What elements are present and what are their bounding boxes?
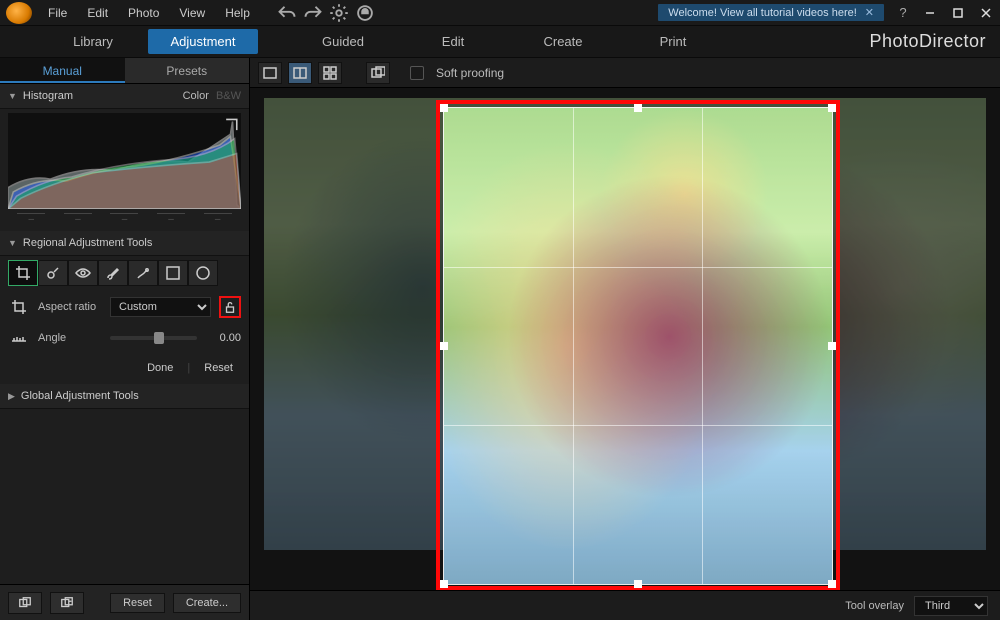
crop-handle-b[interactable] — [634, 580, 642, 588]
mode-guided[interactable]: Guided — [288, 29, 398, 54]
main-area: Soft proofing Tool overlay Third — [250, 58, 1000, 620]
welcome-banner[interactable]: Welcome! View all tutorial videos here! … — [658, 4, 884, 21]
tool-radial-mask-icon[interactable] — [188, 260, 218, 286]
aspect-ratio-label: Aspect ratio — [38, 301, 102, 313]
aspect-lock-highlight — [219, 296, 241, 318]
tool-overlay-label: Tool overlay — [845, 600, 904, 612]
crop-handle-r[interactable] — [828, 342, 836, 350]
tool-spot-icon[interactable] — [38, 260, 68, 286]
view-grid-icon[interactable] — [318, 62, 342, 84]
crop-handle-l[interactable] — [440, 342, 448, 350]
crop-handle-t[interactable] — [634, 104, 642, 112]
copy-settings-icon[interactable] — [8, 592, 42, 614]
paste-settings-icon[interactable] — [50, 592, 84, 614]
soft-proofing-checkbox[interactable] — [410, 66, 424, 80]
left-create-button[interactable]: Create... — [173, 593, 241, 613]
histogram-readout: ––––– — [8, 213, 241, 225]
angle-value: 0.00 — [205, 332, 241, 344]
crop-handle-br[interactable] — [828, 580, 836, 588]
menu-edit[interactable]: Edit — [77, 6, 118, 20]
subtab-presets[interactable]: Presets — [125, 58, 250, 83]
angle-row: Angle 0.00 — [0, 324, 249, 352]
view-toolstrip: Soft proofing — [250, 58, 1000, 88]
global-header[interactable]: ▶ Global Adjustment Tools — [0, 384, 249, 409]
straighten-icon — [8, 330, 30, 346]
welcome-text: Welcome! View all tutorial videos here! — [668, 7, 857, 19]
left-reset-button[interactable]: Reset — [110, 593, 165, 613]
chevron-right-icon: ▶ — [8, 391, 15, 402]
menu-file[interactable]: File — [38, 6, 77, 20]
window-maximize[interactable] — [944, 4, 972, 22]
status-bar: Tool overlay Third — [250, 590, 1000, 620]
mode-adjustment[interactable]: Adjustment — [148, 29, 258, 54]
tool-redeye-icon[interactable] — [68, 260, 98, 286]
soft-proofing-label: Soft proofing — [436, 66, 504, 80]
view-beforeafter-icon[interactable] — [288, 62, 312, 84]
crop-icon — [8, 299, 30, 315]
chevron-down-icon: ▼ — [8, 238, 17, 248]
photo-canvas — [264, 98, 986, 550]
histogram — [8, 113, 241, 209]
crop-box[interactable] — [444, 108, 832, 584]
mode-edit[interactable]: Edit — [398, 29, 508, 54]
tool-crop-icon[interactable] — [8, 260, 38, 286]
chevron-down-icon: ▼ — [8, 91, 17, 101]
mode-print[interactable]: Print — [618, 29, 728, 54]
left-panel: Manual Presets ▼ Histogram Color B&W –––… — [0, 58, 250, 620]
gear-icon[interactable] — [329, 3, 349, 23]
regional-tool-row — [0, 256, 249, 290]
help-icon[interactable]: ? — [893, 3, 913, 23]
view-single-icon[interactable] — [258, 62, 282, 84]
angle-slider[interactable] — [110, 336, 197, 340]
global-title: Global Adjustment Tools — [21, 390, 139, 402]
reset-button[interactable]: Reset — [200, 360, 237, 376]
crop-handle-tl[interactable] — [440, 104, 448, 112]
unlock-icon[interactable] — [223, 300, 237, 314]
subtab-manual[interactable]: Manual — [0, 58, 125, 83]
tool-gradient-icon[interactable] — [128, 260, 158, 286]
angle-label: Angle — [38, 332, 102, 344]
tool-overlay-select[interactable]: Third — [914, 596, 988, 616]
mode-library[interactable]: Library — [38, 29, 148, 54]
modebar: Library Adjustment Guided Edit Create Pr… — [0, 26, 1000, 58]
menu-view[interactable]: View — [169, 6, 215, 20]
redo-icon[interactable] — [303, 3, 323, 23]
bell-icon[interactable] — [355, 3, 375, 23]
done-button[interactable]: Done — [143, 360, 177, 376]
aspect-ratio-select[interactable]: Custom — [110, 297, 211, 317]
crop-handle-tr[interactable] — [828, 104, 836, 112]
undo-icon[interactable] — [277, 3, 297, 23]
close-icon[interactable]: ✕ — [865, 6, 874, 19]
menu-photo[interactable]: Photo — [118, 6, 169, 20]
histogram-bw[interactable]: B&W — [216, 90, 241, 102]
crop-preview — [444, 108, 832, 584]
mode-create[interactable]: Create — [508, 29, 618, 54]
tool-rect-mask-icon[interactable] — [158, 260, 188, 286]
view-secondary-icon[interactable] — [366, 62, 390, 84]
app-logo — [6, 2, 32, 24]
menu-help[interactable]: Help — [215, 6, 260, 20]
histogram-title: Histogram — [23, 90, 73, 102]
window-minimize[interactable] — [916, 4, 944, 22]
left-bottom-bar: Reset Create... — [0, 584, 249, 620]
viewport[interactable] — [250, 88, 1000, 590]
done-reset-row: Done | Reset — [0, 352, 249, 384]
regional-header[interactable]: ▼ Regional Adjustment Tools — [0, 231, 249, 256]
tool-brush-icon[interactable] — [98, 260, 128, 286]
aspect-ratio-row: Aspect ratio Custom — [0, 290, 249, 324]
subtabs: Manual Presets — [0, 58, 249, 84]
crop-handle-bl[interactable] — [440, 580, 448, 588]
brand-label: PhotoDirector — [869, 31, 986, 52]
window-close[interactable] — [972, 4, 1000, 22]
histogram-header[interactable]: ▼ Histogram Color B&W — [0, 84, 249, 109]
histogram-color[interactable]: Color — [183, 90, 209, 102]
regional-title: Regional Adjustment Tools — [23, 237, 152, 249]
menubar: File Edit Photo View Help Welcome! View … — [0, 0, 1000, 26]
